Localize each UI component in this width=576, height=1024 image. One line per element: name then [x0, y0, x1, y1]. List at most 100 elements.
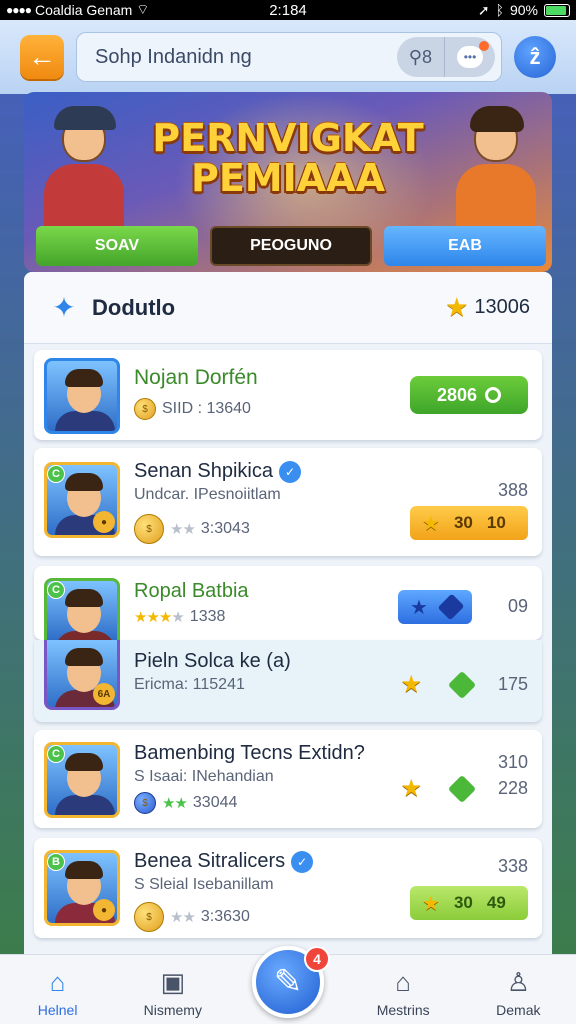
reward-bar[interactable]: ★ 30 10: [410, 506, 528, 540]
player-sub: S Isaai: INehandian: [134, 768, 274, 785]
verified-icon: ✓: [291, 850, 314, 873]
level-badge: ●: [93, 511, 115, 533]
rating-stars: ★★: [170, 521, 196, 538]
gem-icon: [447, 670, 477, 699]
rating-stars: ★★: [162, 795, 188, 812]
star-icon: ★: [400, 775, 422, 802]
reward-icons[interactable]: ★: [400, 670, 477, 699]
center-action-button[interactable]: ✎ 4: [252, 946, 330, 1018]
chat-bubble-icon: •••: [457, 41, 489, 68]
claim-button[interactable]: 2806: [410, 376, 528, 414]
coin-icon: $: [134, 902, 164, 932]
bottom-navigation: ⌂ Helnel ▣ Nismemy ⌂ Mestrins ♙ Demak ✎ …: [0, 946, 576, 1024]
search-icon: ⚲: [408, 46, 422, 67]
banner-button-1[interactable]: SOAV: [36, 226, 198, 266]
avatar: [44, 358, 120, 434]
player-name-row: Senan Shpikica ✓: [134, 460, 301, 483]
player-name: Ropal Batbia: [134, 580, 249, 602]
reward-bar[interactable]: ★: [398, 590, 472, 624]
banner-title-line1: PERNVIGKAT: [152, 116, 424, 160]
list-item[interactable]: C ● Senan Shpikica ✓ Undcar. IPesnoiitlam…: [34, 448, 542, 556]
signal-icon: ●●●●: [6, 3, 32, 17]
avatar: C: [44, 742, 120, 818]
panel-title: Dodutlo: [92, 294, 176, 320]
banner-title: PERNVIGKAT PEMIAAA: [24, 118, 552, 198]
reward-icons[interactable]: ★: [400, 774, 477, 803]
reward-a: 30: [453, 893, 473, 912]
player-meta-value: 33044: [192, 794, 238, 811]
search-count-button[interactable]: ⚲ 8: [397, 37, 444, 77]
player-id: SIID : 13640: [162, 400, 251, 417]
player-meta-value: 1338: [189, 608, 226, 625]
player-meta-value: 3:3043: [200, 520, 250, 537]
camera-icon: ▣: [160, 966, 186, 997]
player-name: Nojan Dorfén: [134, 366, 258, 389]
pencil-icon: ✎: [273, 963, 303, 1001]
star-icon: ★: [445, 292, 469, 322]
location-icon: ➚: [477, 1, 490, 18]
avatar: 6A: [44, 640, 120, 710]
row-number: 388: [497, 480, 528, 500]
list-item[interactable]: Nojan Dorfén $ SIID : 13640 2806: [34, 350, 542, 440]
profile-icon: ẑ: [529, 44, 541, 69]
panel-score: ★ 13006: [445, 292, 530, 323]
back-button[interactable]: ←: [20, 35, 64, 79]
nav-missions[interactable]: ⌂ Mestrins: [353, 967, 453, 1019]
profile-button[interactable]: ẑ: [514, 36, 556, 78]
rating-stars: ★★: [170, 909, 196, 926]
battery-percent: 90%: [509, 2, 538, 18]
corner-badge: C: [47, 581, 65, 599]
player-sub: S Sleial Isebanillam: [134, 876, 274, 893]
list-item[interactable]: C Ropal Batbia ★★★★ 1338 ★ 09: [34, 566, 542, 640]
battery-icon: [544, 3, 570, 17]
chat-button[interactable]: •••: [444, 37, 495, 77]
puzzle-icon: ✦: [52, 292, 76, 323]
avatar: B ●: [44, 850, 120, 926]
reward-b: 49: [486, 893, 506, 912]
banner-button-3[interactable]: EAB: [384, 226, 546, 266]
corner-badge: C: [47, 745, 65, 763]
row-number: 09: [507, 596, 528, 616]
player-sub: Undcar. IPesnoiitlam: [134, 486, 281, 503]
row-number: 228: [497, 778, 528, 798]
corner-badge: B: [47, 853, 65, 871]
player-sub: $ SIID : 13640: [134, 398, 251, 420]
nav-profile[interactable]: ♙ Demak: [468, 966, 568, 1019]
banner-button-2[interactable]: PEOGUNO: [210, 226, 372, 266]
gem-icon: [447, 774, 477, 803]
coin-icon: $: [134, 398, 156, 420]
nav-home-label: Helnel: [37, 1002, 78, 1018]
banner-title-line2: PEMIAAA: [191, 156, 385, 200]
claim-value: 2806: [436, 384, 478, 405]
level-badge: ●: [93, 899, 115, 921]
row-number: 175: [497, 674, 528, 694]
leaderboard-panel: ✦ Dodutlo ★ 13006 Nojan Dorfén $ SIID : …: [24, 272, 552, 972]
search-count: 8: [421, 46, 432, 67]
list-item[interactable]: C Bamenbing Tecns Extidn? S Isaai: INeha…: [34, 730, 542, 828]
list-item[interactable]: 6A Pieln Solca ke (a) Ericma: 115241 ★ 1…: [34, 640, 542, 722]
person-icon: ♙: [506, 966, 530, 997]
status-bar: ●●●● Coaldia Genam ⌔ 2:184 ➚ ᛒ 90%: [0, 0, 576, 20]
player-name: Benea Sitralicers: [134, 850, 286, 872]
avatar: C: [44, 578, 120, 640]
level-badge: 6A: [93, 683, 115, 705]
bluetooth-icon: ᛒ: [495, 2, 504, 18]
player-meta: $ ★★ 3:3043: [134, 514, 250, 544]
avatar: C ●: [44, 462, 120, 538]
star-icon: ★: [422, 892, 440, 915]
star-icon: ★: [422, 512, 440, 535]
search-actions: ⚲ 8 •••: [396, 37, 495, 77]
nav-home[interactable]: ⌂ Helnel: [8, 967, 108, 1019]
rating-stars: ★★★★: [134, 609, 185, 626]
corner-badge: C: [47, 465, 65, 483]
gem-icon: [437, 593, 465, 621]
wifi-icon: ⌔: [136, 1, 150, 17]
reward-bar[interactable]: ★ 30 49: [410, 886, 528, 920]
list-item[interactable]: B ● Benea Sitralicers ✓ S Sleial Isebanil…: [34, 838, 542, 938]
nav-profile-label: Demak: [496, 1002, 541, 1018]
player-name: Pieln Solca ke (a): [134, 650, 291, 672]
verified-icon: ✓: [278, 460, 301, 483]
carrier-label: Coaldia Genam: [35, 2, 133, 18]
search-bar[interactable]: Sohp Indanidn ng ⚲ 8 •••: [76, 32, 502, 82]
nav-memory[interactable]: ▣ Nismemy: [123, 966, 223, 1019]
